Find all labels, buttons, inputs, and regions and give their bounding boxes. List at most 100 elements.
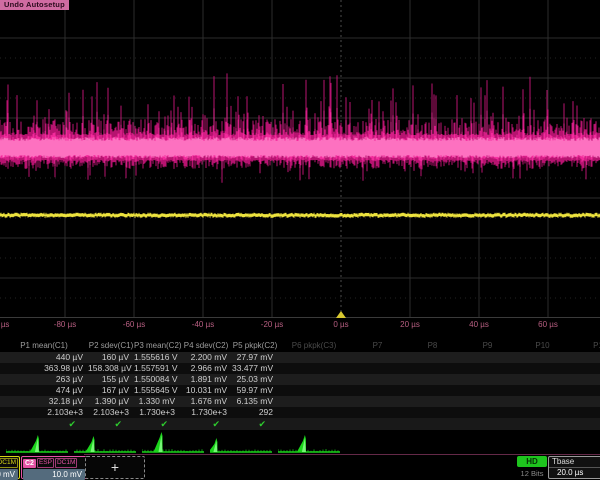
time-axis: -100 µs-80 µs-60 µs-40 µs-20 µs0 µs20 µs… (0, 318, 600, 333)
status-check-icon: ✔ (232, 418, 278, 430)
add-trace-button[interactable]: + (85, 456, 145, 479)
measure-value-cell (405, 407, 460, 418)
measure-value-cell: 263 µV (0, 374, 88, 385)
measure-value-cell: 59.97 mV (232, 385, 278, 396)
measure-value-cell (278, 407, 350, 418)
timebase-descriptor[interactable]: Tbase 20.0 µs (548, 456, 600, 479)
status-check-icon (515, 418, 570, 430)
channel-c1-descriptor[interactable]: DC1M 10.0 mV (0, 456, 20, 479)
measure-value-cell: 25.03 mV (232, 374, 278, 385)
measure-row: 363.98 µV158.308 µV1.557591 V2.966 mV33.… (0, 363, 600, 374)
measure-value-cell (460, 396, 515, 407)
measure-value-cell: 440 µV (0, 352, 88, 363)
measure-value-cell (570, 363, 600, 374)
measure-value-cell (515, 407, 570, 418)
measure-column-header[interactable]: P6 pkpk(C3) (278, 340, 350, 352)
measure-value-cell: 33.477 mV (232, 363, 278, 374)
measure-value-cell (405, 374, 460, 385)
measure-value-cell: 32.18 µV (0, 396, 88, 407)
measure-value-cell: 167 µV (88, 385, 134, 396)
waveform-canvas (0, 0, 600, 318)
measure-row: 474 µV167 µV1.555645 V10.031 mV59.97 mV (0, 385, 600, 396)
measure-value-cell: 1.390 µV (88, 396, 134, 407)
channel-c2-descriptor[interactable]: C2 ESP DC1M 10.0 mV (21, 456, 87, 479)
trigger-position-icon[interactable] (336, 311, 346, 318)
hd-mode-badge[interactable]: HD (517, 456, 547, 467)
measure-value-cell (405, 352, 460, 363)
measure-value-cell: 474 µV (0, 385, 88, 396)
status-check-icon: ✔ (0, 418, 88, 430)
measure-value-cell: 1.330 mV (134, 396, 180, 407)
time-tick-label: -20 µs (261, 320, 283, 329)
status-check-icon (350, 418, 405, 430)
measure-histicon[interactable] (6, 430, 68, 454)
c1-scale-value: 10.0 mV (0, 469, 18, 480)
measure-value-cell: 160 µV (88, 352, 134, 363)
c2-esp-tag: ESP (37, 458, 54, 468)
measure-value-cell (570, 374, 600, 385)
measure-value-cell: 1.555616 V (134, 352, 180, 363)
measure-column-header[interactable]: P9 (460, 340, 515, 352)
measure-column-header[interactable]: P11 (570, 340, 600, 352)
measure-histicon[interactable] (278, 430, 340, 454)
measure-column-header[interactable]: P8 (405, 340, 460, 352)
measure-column-header[interactable]: P7 (350, 340, 405, 352)
measure-column-header[interactable]: P10 (515, 340, 570, 352)
measure-value-cell (570, 385, 600, 396)
undo-autosetup-button[interactable]: Undo Autosetup (0, 0, 69, 10)
measure-value-cell (405, 363, 460, 374)
measure-value-cell: 1.550084 V (134, 374, 180, 385)
status-check-icon (460, 418, 515, 430)
measure-value-cell (405, 396, 460, 407)
add-icon: + (111, 459, 119, 475)
measure-value-cell: 2.200 mV (180, 352, 232, 363)
measure-column-header[interactable]: P4 sdev(C2) (180, 340, 232, 352)
time-tick-label: 60 µs (538, 320, 558, 329)
time-tick-label: -80 µs (54, 320, 76, 329)
measure-value-cell (460, 363, 515, 374)
measure-row: 263 µV155 µV1.550084 V1.891 mV25.03 mV (0, 374, 600, 385)
measure-value-cell (278, 363, 350, 374)
measure-value-cell (515, 374, 570, 385)
measure-column-header[interactable]: P1 mean(C1) (0, 340, 88, 352)
measure-histicon[interactable] (74, 430, 136, 454)
measure-value-cell: 1.555645 V (134, 385, 180, 396)
measure-value-cell: 155 µV (88, 374, 134, 385)
measure-value-cell (278, 352, 350, 363)
c1-coupling-tag: DC1M (0, 458, 18, 468)
measure-value-cell (570, 352, 600, 363)
status-check-icon (405, 418, 460, 430)
measure-value-cell (350, 396, 405, 407)
measure-column-header[interactable]: P2 sdev(C1) (88, 340, 134, 352)
measure-value-cell (350, 363, 405, 374)
measure-value-cell (460, 352, 515, 363)
waveform-grid: Undo Autosetup -100 µs-80 µs-60 µs-40 µs… (0, 0, 600, 333)
c2-label: C2 (23, 459, 36, 468)
measure-value-cell: 27.97 mV (232, 352, 278, 363)
time-tick-label: -40 µs (192, 320, 214, 329)
measure-value-cell (350, 385, 405, 396)
measure-value-cell: 292 (232, 407, 278, 418)
measure-histicon[interactable] (210, 430, 272, 454)
measure-value-cell: 2.103e+3 (0, 407, 88, 418)
measure-row: 440 µV160 µV1.555616 V2.200 mV27.97 mV (0, 352, 600, 363)
measure-value-cell (278, 385, 350, 396)
measure-value-cell (405, 385, 460, 396)
measure-value-cell (515, 363, 570, 374)
measure-value-cell (515, 385, 570, 396)
measure-value-cell: 158.308 µV (88, 363, 134, 374)
measure-row: 32.18 µV1.390 µV1.330 mV1.676 mV6.135 mV (0, 396, 600, 407)
measurement-table: P1 mean(C1)P2 sdev(C1)P3 mean(C2)P4 sdev… (0, 340, 600, 430)
time-tick-label: -60 µs (123, 320, 145, 329)
status-check-icon (570, 418, 600, 430)
time-tick-label: 40 µs (469, 320, 489, 329)
measure-value-cell: 1.557591 V (134, 363, 180, 374)
measure-column-header[interactable]: P3 mean(C2) (134, 340, 180, 352)
status-check-icon: ✔ (180, 418, 232, 430)
measure-histicon[interactable] (142, 430, 204, 454)
measure-value-cell (460, 374, 515, 385)
measure-column-header[interactable]: P5 pkpk(C2) (232, 340, 278, 352)
measure-value-cell (515, 352, 570, 363)
measure-value-cell: 1.730e+3 (134, 407, 180, 418)
measure-value-cell: 2.966 mV (180, 363, 232, 374)
